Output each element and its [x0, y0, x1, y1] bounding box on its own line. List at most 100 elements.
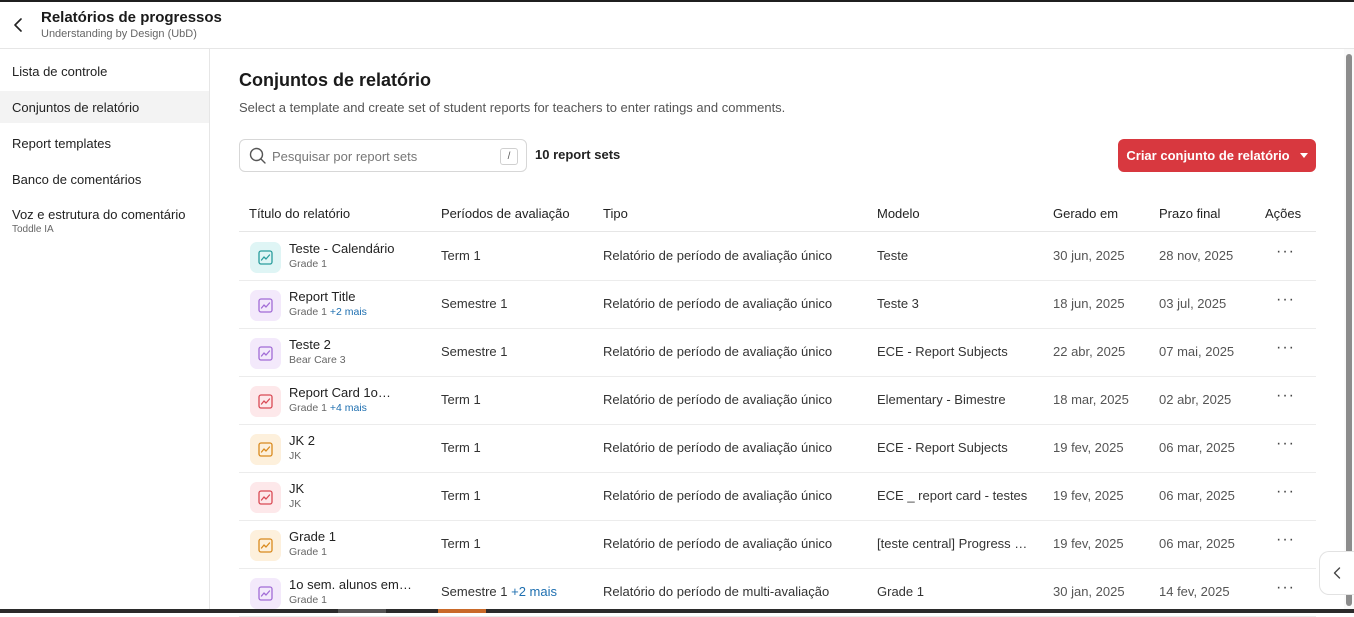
- deadline-date: 02 abr, 2025: [1159, 392, 1232, 407]
- back-button[interactable]: [8, 14, 28, 36]
- deadline-date: 06 mar, 2025: [1159, 536, 1235, 551]
- report-type: Relatório de período de avaliação único: [603, 488, 833, 503]
- report-title[interactable]: Teste - Calendário: [289, 241, 395, 256]
- table-row[interactable]: Teste - Calendário Grade 1 Term 1 Relatório…: [239, 233, 1316, 281]
- chevron-left-icon: [1333, 567, 1341, 579]
- more-actions-icon[interactable]: ···: [1276, 531, 1295, 549]
- report-chart-icon: [250, 386, 281, 417]
- table-header: Título do relatório Períodos de avaliaçã…: [239, 196, 1316, 232]
- sidebar-item-checklist[interactable]: Lista de controle: [0, 55, 209, 87]
- report-title[interactable]: Report Title: [289, 289, 355, 304]
- report-model: [teste central] Progress …: [877, 536, 1028, 551]
- report-model: Elementary - Bimestre: [877, 392, 1006, 407]
- report-title[interactable]: Teste 2: [289, 337, 331, 352]
- grade-label: Grade 1: [289, 594, 327, 606]
- grade-label: Grade 1: [289, 546, 327, 558]
- search-icon: [249, 147, 266, 164]
- grade-label: Grade 1: [289, 306, 327, 318]
- scrollbar-thumb[interactable]: [1346, 54, 1352, 606]
- sidebar-item-report-templates[interactable]: Report templates: [0, 127, 209, 159]
- deadline-date: 03 jul, 2025: [1159, 296, 1227, 311]
- grade-label: Bear Care 3: [289, 354, 346, 366]
- main-content: Conjuntos de relatório Select a template…: [210, 49, 1344, 617]
- report-type: Relatório de período de avaliação único: [603, 248, 833, 263]
- sidebar-item-sublabel: Toddle IA: [12, 224, 54, 235]
- table-row[interactable]: Teste 2 Bear Care 3 Semestre 1 Relatório de…: [239, 329, 1316, 377]
- period-label: Term 1: [441, 440, 481, 455]
- period-more-link[interactable]: +2 mais: [511, 584, 557, 599]
- chevron-left-icon: [14, 18, 22, 32]
- header-title: Relatórios de progressos: [41, 9, 222, 26]
- taskbar-item[interactable]: [438, 609, 486, 613]
- deadline-date: 07 mai, 2025: [1159, 344, 1235, 359]
- table-row[interactable]: JK 2 JK Term 1 Relatório de período de aval…: [239, 425, 1316, 473]
- report-chart-icon: [250, 530, 281, 561]
- column-header-type[interactable]: Tipo: [603, 206, 628, 221]
- report-grade: Grade 1 +2 mais: [289, 306, 367, 318]
- report-title[interactable]: JK: [289, 481, 304, 496]
- report-type: Relatório de período de avaliação único: [603, 392, 833, 407]
- column-header-title[interactable]: Título do relatório: [249, 206, 350, 221]
- sidebar-item-comment-voice[interactable]: Voz e estrutura do comentário Toddle IA: [0, 201, 209, 241]
- report-chart-icon: [250, 290, 281, 321]
- column-header-periods[interactable]: Períodos de avaliação: [441, 206, 570, 221]
- report-model: ECE _ report card - testes: [877, 488, 1028, 503]
- table-row[interactable]: JK JK Term 1 Relatório de período de avalia…: [239, 473, 1316, 521]
- generated-date: 19 fev, 2025: [1053, 488, 1124, 503]
- grade-label: Grade 1: [289, 258, 327, 270]
- report-grade: JK: [289, 450, 301, 462]
- report-title[interactable]: JK 2: [289, 433, 315, 448]
- evaluation-period: Term 1: [441, 536, 481, 551]
- column-header-actions: Ações: [1265, 206, 1302, 221]
- evaluation-period: Term 1: [441, 488, 481, 503]
- search-box[interactable]: /: [239, 139, 527, 172]
- more-actions-icon[interactable]: ···: [1276, 579, 1295, 597]
- more-actions-icon[interactable]: ···: [1276, 291, 1295, 309]
- report-title[interactable]: Report Card 1o…: [289, 385, 391, 400]
- period-label: Term 1: [441, 392, 481, 407]
- create-report-set-button[interactable]: Criar conjunto de relatório: [1118, 139, 1316, 172]
- sidebar-item-label: Voz e estrutura do comentário: [12, 207, 186, 222]
- search-shortcut-key: /: [500, 148, 518, 165]
- grade-more-link[interactable]: +2 mais: [330, 306, 367, 318]
- grade-more-link[interactable]: +4 mais: [330, 402, 367, 414]
- period-label: Semestre 1: [441, 344, 508, 359]
- more-actions-icon[interactable]: ···: [1276, 243, 1295, 261]
- more-actions-icon[interactable]: ···: [1276, 387, 1295, 405]
- period-label: Semestre 1: [441, 296, 508, 311]
- report-model: ECE - Report Subjects: [877, 440, 1008, 455]
- report-grade: Grade 1 +4 mais: [289, 402, 367, 414]
- table-row[interactable]: Grade 1 Grade 1 Term 1 Relatório de período…: [239, 521, 1316, 569]
- report-grade: Grade 1: [289, 546, 327, 558]
- more-actions-icon[interactable]: ···: [1276, 435, 1295, 453]
- table-row[interactable]: Report Card 1o… Grade 1 +4 mais Term 1 Rela…: [239, 377, 1316, 425]
- evaluation-period: Term 1: [441, 440, 481, 455]
- page-description: Select a template and create set of stud…: [239, 100, 786, 115]
- report-model: Teste: [877, 248, 909, 263]
- report-model: Teste 3: [877, 296, 919, 311]
- report-chart-icon: [250, 338, 281, 369]
- report-chart-icon: [250, 578, 281, 609]
- taskbar-item[interactable]: [338, 609, 386, 613]
- period-label: Semestre 1: [441, 584, 508, 599]
- table-row[interactable]: Report Title Grade 1 +2 mais Semestre 1 Rel…: [239, 281, 1316, 329]
- deadline-date: 28 nov, 2025: [1159, 248, 1234, 263]
- header-subtitle: Understanding by Design (UbD): [41, 28, 197, 40]
- generated-date: 30 jun, 2025: [1053, 248, 1125, 263]
- column-header-generated[interactable]: Gerado em: [1053, 206, 1118, 221]
- expand-panel-button[interactable]: [1319, 551, 1354, 595]
- more-actions-icon[interactable]: ···: [1276, 483, 1295, 501]
- report-title[interactable]: Grade 1: [289, 529, 336, 544]
- search-input[interactable]: [272, 146, 492, 166]
- report-type: Relatório de período de avaliação único: [603, 440, 833, 455]
- more-actions-icon[interactable]: ···: [1276, 339, 1295, 357]
- report-title[interactable]: 1o sem. alunos em…: [289, 577, 412, 592]
- column-header-model[interactable]: Modelo: [877, 206, 920, 221]
- sidebar-item-report-sets[interactable]: Conjuntos de relatório: [0, 91, 209, 123]
- sidebar-item-comment-bank[interactable]: Banco de comentários: [0, 163, 209, 195]
- report-chart-icon: [250, 482, 281, 513]
- column-header-deadline[interactable]: Prazo final: [1159, 206, 1220, 221]
- grade-label: Grade 1: [289, 402, 327, 414]
- period-label: Term 1: [441, 488, 481, 503]
- report-grade: Bear Care 3: [289, 354, 346, 366]
